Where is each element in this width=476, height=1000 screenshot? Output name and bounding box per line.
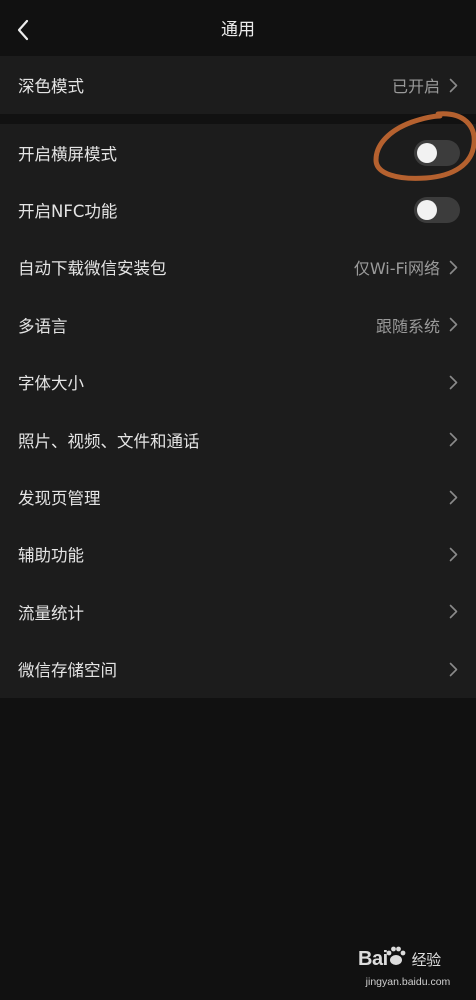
chevron-right-icon — [448, 77, 458, 93]
page-title: 通用 — [221, 20, 255, 40]
chevron-right-icon — [448, 604, 458, 620]
toggle-knob — [417, 200, 437, 221]
setting-label: 流量统计 — [18, 603, 84, 623]
baidu-jingyan-watermark: Bai 经验 jingyan.baidu.com — [350, 942, 466, 994]
chevron-right-icon — [448, 317, 458, 333]
setting-row-language[interactable]: 多语言 跟随系统 — [0, 296, 476, 353]
setting-value: 已开启 — [391, 77, 440, 96]
toggle-knob — [417, 142, 437, 163]
setting-label: 多语言 — [18, 316, 68, 336]
general-settings-list: 开启横屏模式 开启NFC功能 自动下载微信安装包 仅Wi-Fi网络 多语言 跟随… — [0, 124, 476, 698]
setting-value: 仅Wi-Fi网络 — [353, 259, 440, 279]
watermark-url: jingyan.baidu.com — [365, 976, 451, 988]
back-button[interactable] — [8, 12, 38, 48]
setting-row-font-size[interactable]: 字体大小 — [0, 354, 476, 411]
setting-value: 跟随系统 — [375, 316, 440, 336]
setting-label: 辅助功能 — [18, 546, 84, 566]
chevron-right-icon — [448, 546, 458, 562]
nfc-toggle[interactable] — [414, 197, 460, 224]
dark-mode-section: 深色模式 已开启 — [0, 56, 476, 114]
setting-row-accessibility[interactable]: 辅助功能 — [0, 526, 476, 583]
setting-row-data-usage[interactable]: 流量统计 — [0, 583, 476, 640]
chevron-right-icon — [448, 259, 458, 275]
setting-row-dark-mode[interactable]: 深色模式 已开启 — [0, 56, 476, 114]
nav-bar: 通用 — [0, 0, 476, 58]
setting-label: 字体大小 — [18, 374, 84, 394]
chevron-right-icon — [448, 432, 458, 448]
setting-label: 开启NFC功能 — [18, 202, 118, 222]
setting-label: 深色模式 — [18, 77, 84, 96]
chevron-right-icon — [448, 661, 458, 677]
setting-row-storage[interactable]: 微信存储空间 — [0, 641, 476, 698]
setting-row-landscape-mode[interactable]: 开启横屏模式 — [0, 124, 476, 181]
setting-label: 发现页管理 — [18, 489, 101, 509]
chevron-left-icon — [17, 19, 29, 41]
setting-label: 开启横屏模式 — [18, 144, 117, 164]
landscape-mode-toggle[interactable] — [414, 139, 460, 166]
setting-label: 微信存储空间 — [18, 661, 117, 681]
setting-row-discover[interactable]: 发现页管理 — [0, 468, 476, 525]
setting-label: 自动下载微信安装包 — [18, 259, 167, 279]
paw-icon — [386, 946, 406, 965]
setting-label: 照片、视频、文件和通话 — [18, 431, 200, 451]
chevron-right-icon — [448, 374, 458, 390]
setting-row-nfc[interactable]: 开启NFC功能 — [0, 181, 476, 238]
setting-row-auto-download[interactable]: 自动下载微信安装包 仅Wi-Fi网络 — [0, 239, 476, 296]
chevron-right-icon — [448, 489, 458, 505]
setting-row-media[interactable]: 照片、视频、文件和通话 — [0, 411, 476, 468]
